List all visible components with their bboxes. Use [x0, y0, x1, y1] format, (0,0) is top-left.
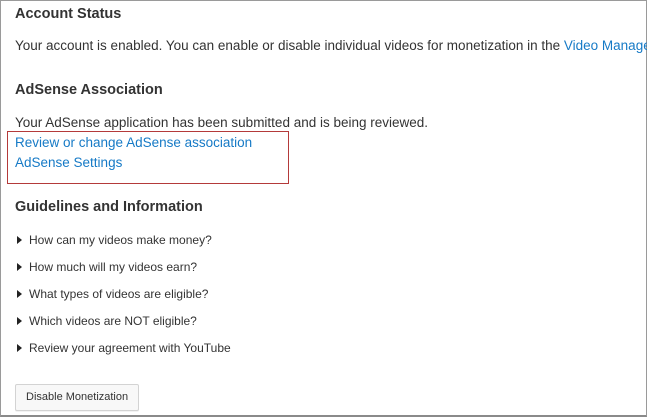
guideline-item-label: What types of videos are eligible?	[29, 287, 209, 301]
account-status-text: Your account is enabled. You can enable …	[15, 38, 647, 53]
expand-triangle-icon	[17, 290, 22, 298]
disable-monetization-button[interactable]: Disable Monetization	[15, 384, 140, 411]
adsense-settings-link[interactable]: AdSense Settings	[15, 155, 122, 170]
account-status-text-before: Your account is enabled. You can enable …	[15, 38, 564, 53]
guidelines-heading: Guidelines and Information	[15, 199, 203, 215]
guideline-item-label: Review your agreement with YouTube	[29, 341, 231, 355]
account-status-heading: Account Status	[15, 6, 122, 22]
adsense-association-heading: AdSense Association	[15, 82, 163, 98]
guideline-item-earnings[interactable]: How much will my videos earn?	[17, 260, 197, 274]
expand-triangle-icon	[17, 236, 22, 244]
guideline-item-label: How can my videos make money?	[29, 233, 212, 247]
guideline-item-eligible-types[interactable]: What types of videos are eligible?	[17, 287, 208, 301]
guideline-item-make-money[interactable]: How can my videos make money?	[17, 233, 212, 247]
guideline-item-label: Which videos are NOT eligible?	[29, 314, 197, 328]
guideline-item-label: How much will my videos earn?	[29, 260, 198, 274]
expand-triangle-icon	[17, 263, 22, 271]
guideline-item-agreement[interactable]: Review your agreement with YouTube	[17, 341, 231, 355]
adsense-status-text: Your AdSense application has been submit…	[15, 115, 429, 130]
review-adsense-association-link[interactable]: Review or change AdSense association	[15, 135, 252, 150]
video-manager-link[interactable]: Video Manager	[564, 38, 647, 53]
monetization-panel: Account Status Your account is enabled. …	[0, 0, 647, 417]
expand-triangle-icon	[17, 344, 22, 352]
guideline-item-not-eligible[interactable]: Which videos are NOT eligible?	[17, 314, 197, 328]
expand-triangle-icon	[17, 317, 22, 325]
